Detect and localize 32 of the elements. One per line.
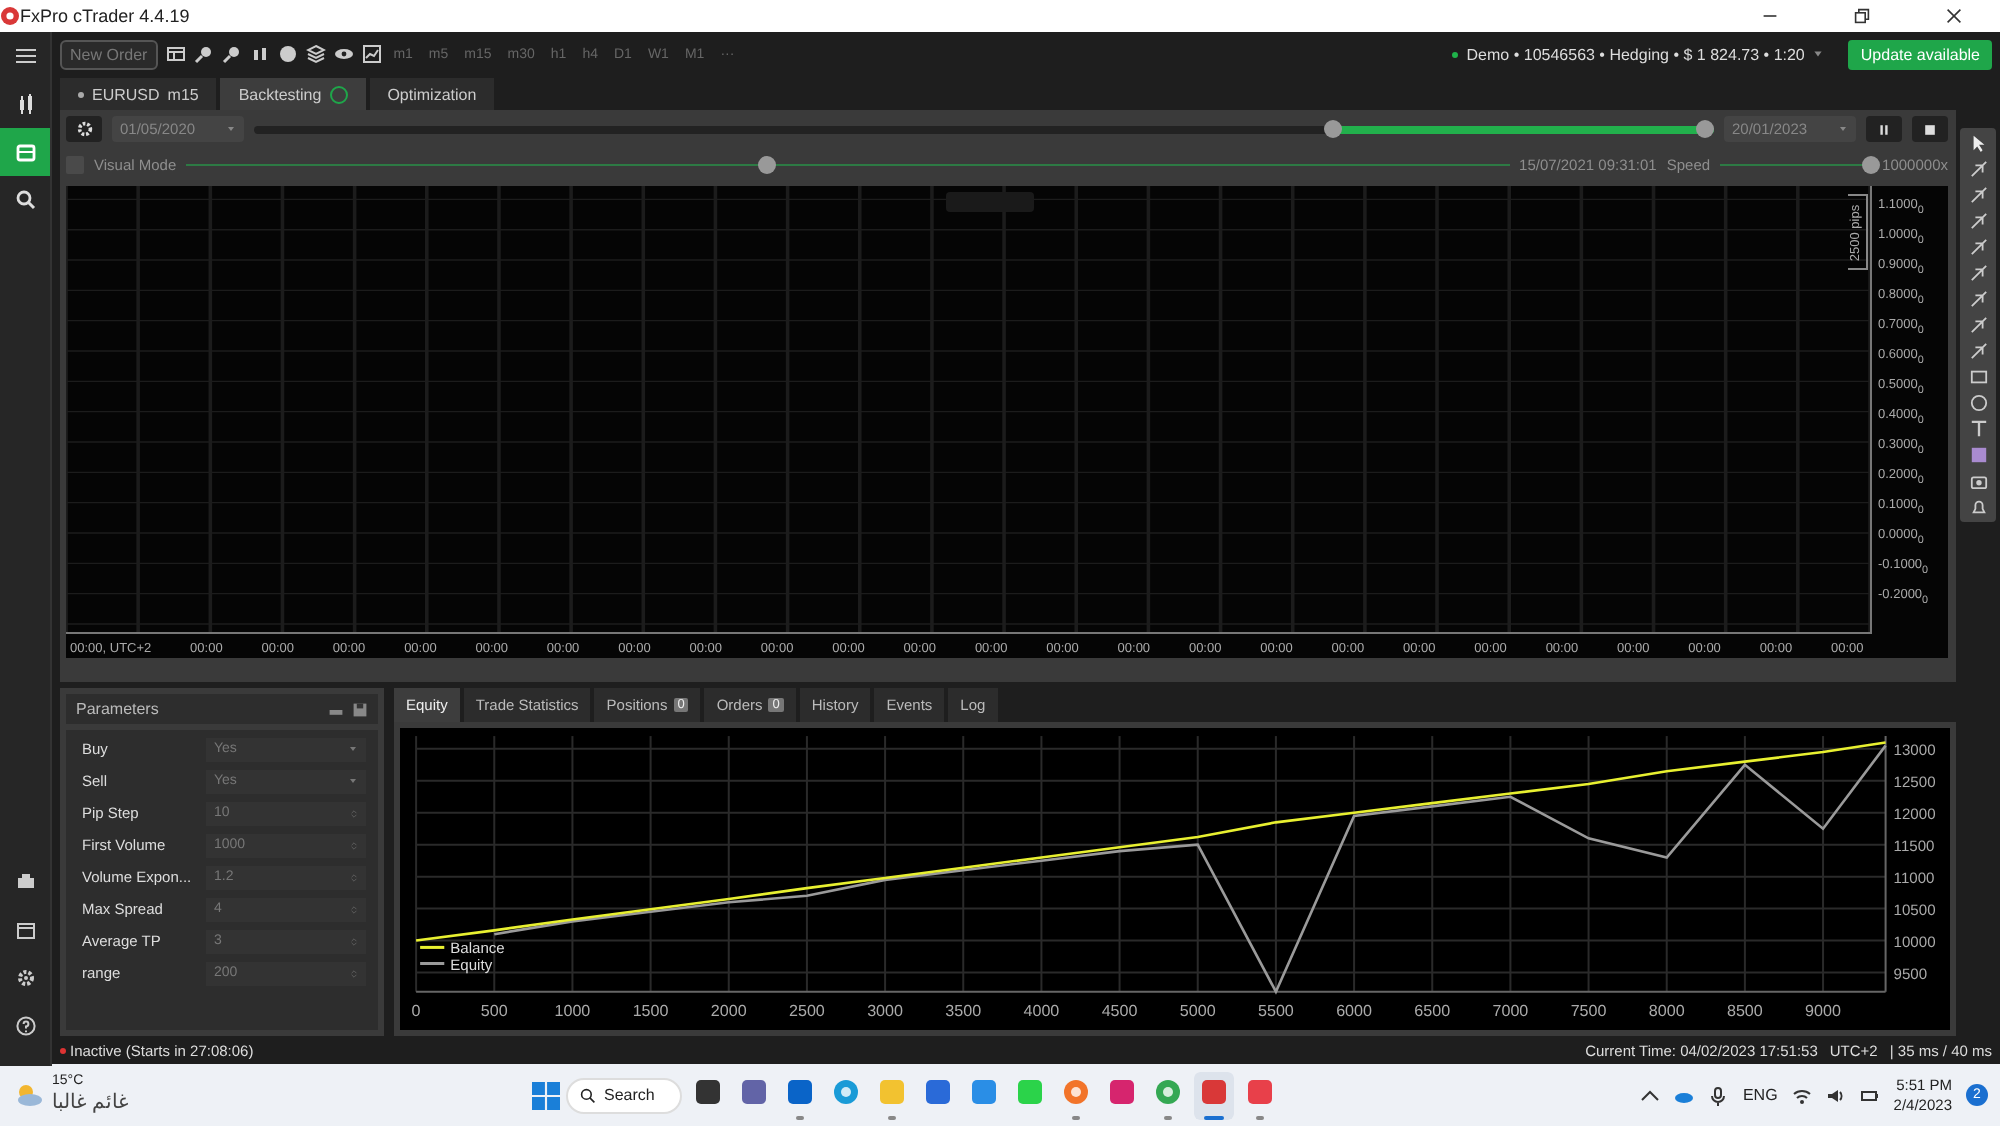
axis-tick-label: 2000 — [710, 1001, 747, 1020]
timeframe-label: m15 — [167, 85, 199, 103]
axis-tick-label: 500 — [480, 1001, 508, 1020]
account-info[interactable]: Demo • 10546563 • Hedging • $ 1 824.73 • 1:20 — [1466, 45, 1805, 63]
window-title: FxPro cTrader 4.4.19 — [20, 6, 192, 26]
axis-tick-label: 7000 — [1492, 1001, 1529, 1020]
axis-tick-label: 8000 — [1648, 1001, 1685, 1020]
search-field[interactable]: Search — [566, 1077, 682, 1113]
new-order-button[interactable]: New Order — [60, 39, 158, 69]
weather-text: غائم غالبا — [52, 1091, 128, 1116]
tab[interactable]: Optimization — [369, 78, 495, 110]
axis-tick-label: 2500 — [789, 1001, 825, 1020]
symbol-label: EURUSD — [92, 85, 160, 103]
axis-tick-label: 9000 — [1805, 1001, 1841, 1020]
axis-tick-label: 6000 — [1336, 1001, 1372, 1020]
axis-tick-label: 7500 — [1570, 1001, 1607, 1020]
axis-tick-label: 3500 — [945, 1001, 982, 1020]
axis-tick-label: 1500 — [632, 1001, 669, 1020]
axis-tick-label: 5000 — [1179, 1001, 1216, 1020]
axis-tick-label: 5500 — [1258, 1001, 1294, 1020]
axis-tick-label: 0 — [411, 1001, 421, 1020]
language-indicator[interactable]: ENG — [1742, 1086, 1778, 1104]
axis-tick-label: 8500 — [1727, 1001, 1763, 1020]
axis-tick-label: 6500 — [1414, 1001, 1451, 1020]
update-button[interactable]: Update available — [1848, 39, 1992, 69]
chart-tab[interactable]: EURUSD m15 — [60, 78, 217, 110]
tab[interactable]: Backtesting — [220, 78, 366, 110]
axis-tick-label: 4500 — [1101, 1001, 1138, 1020]
panel-title: Parameters — [76, 700, 161, 718]
axis-tick-label: 4000 — [1023, 1001, 1060, 1020]
axis-tick-label: 3000 — [867, 1001, 903, 1020]
axis-tick-label: 1000 — [554, 1001, 591, 1020]
